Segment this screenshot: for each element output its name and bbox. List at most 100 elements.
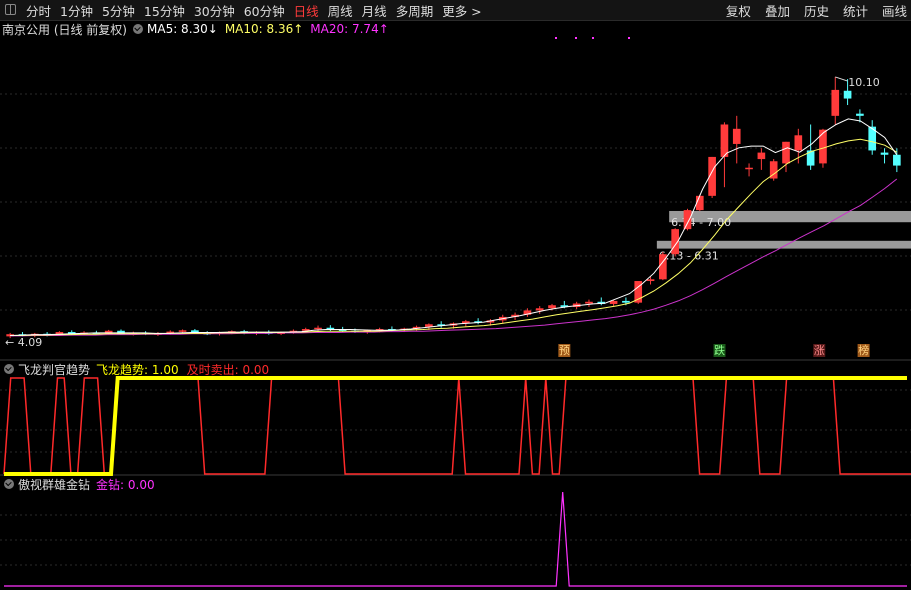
candle-body xyxy=(277,332,285,334)
panel-toggle-icon[interactable] xyxy=(5,4,16,15)
candle-body xyxy=(474,321,482,323)
candle-body xyxy=(880,152,889,155)
tab-fenshi[interactable]: 分时 xyxy=(26,1,51,20)
indicator1-legend: 飞龙判官趋势 飞龙趋势: 1.00 及时卖出: 0.00 xyxy=(2,361,269,377)
candle-body xyxy=(671,229,679,255)
candle-body xyxy=(289,330,298,333)
candle-body xyxy=(449,323,458,326)
ma10-line xyxy=(10,138,898,336)
tab-daily[interactable]: 日线 xyxy=(294,1,319,20)
support-zone xyxy=(669,210,911,223)
low-price-label: ← 4.09 xyxy=(5,336,42,349)
signal-dot xyxy=(592,37,594,39)
candle-body xyxy=(215,332,224,334)
candle-body xyxy=(338,329,347,331)
indicator2-legend: 傲视群雄金钻 金钻: 0.00 xyxy=(2,476,155,492)
candle-body xyxy=(806,150,815,166)
candle-body xyxy=(560,305,569,307)
candle-body xyxy=(154,333,162,335)
draw-line-button[interactable]: 画线 xyxy=(882,1,907,20)
event-marker: 榜 xyxy=(858,343,869,357)
candle-body xyxy=(55,332,64,336)
main-chart-legend: 南京公用 (日线 前复权) MA5: 8.30↓ MA10: 8.36↑ MA2… xyxy=(2,21,396,37)
candle-body xyxy=(548,305,556,309)
tab-multi-period[interactable]: 多周期 xyxy=(396,1,434,20)
candle-body xyxy=(585,301,593,304)
period-tabs: 分时 1分钟 5分钟 15分钟 30分钟 60分钟 日线 周线 月线 多周期 更… xyxy=(26,0,491,21)
period-toolbar: 分时 1分钟 5分钟 15分钟 30分钟 60分钟 日线 周线 月线 多周期 更… xyxy=(0,0,911,21)
candle-body xyxy=(301,329,310,331)
indicator-toggle-icon[interactable] xyxy=(133,24,143,34)
zone-label: 6.74 - 7.00 xyxy=(671,216,731,229)
event-marker: 涨 xyxy=(814,344,825,357)
candle-body xyxy=(893,154,901,166)
candle-body xyxy=(856,113,864,116)
candle-body xyxy=(104,330,113,334)
candle-body xyxy=(720,124,729,157)
candle-body xyxy=(178,330,187,332)
stock-chart[interactable]: 6.74 - 7.00 6.13 - 6.31 10.10 ← 4.09 预 跌 涨 榜 xyxy=(0,0,911,590)
candle-body xyxy=(264,332,273,334)
tab-5min[interactable]: 5分钟 xyxy=(102,1,135,20)
stock-title: 南京公用 (日线 前复权) xyxy=(2,22,127,37)
indicator2-toggle-icon[interactable] xyxy=(4,479,14,489)
more-periods-button[interactable]: 更多 > xyxy=(442,1,481,20)
candle-body xyxy=(461,321,470,324)
candle-body xyxy=(437,324,446,326)
candle-body xyxy=(498,316,507,321)
candle-body xyxy=(400,328,409,331)
signal-dot xyxy=(555,37,557,39)
candle-body xyxy=(757,152,766,160)
event-marker-bg xyxy=(558,344,571,357)
candle-body xyxy=(868,126,877,151)
candle-body xyxy=(375,329,384,331)
tab-1min[interactable]: 1分钟 xyxy=(60,1,93,20)
diamond-signal-line xyxy=(4,491,907,587)
candle-body xyxy=(228,331,236,333)
tab-30min[interactable]: 30分钟 xyxy=(194,1,235,20)
candle-body xyxy=(388,329,396,331)
signal-dot xyxy=(575,37,577,39)
candle-body xyxy=(646,279,655,282)
candle-body xyxy=(708,156,716,196)
candle-body xyxy=(166,331,175,334)
indicator2-name: 傲视群雄金钻 xyxy=(18,477,91,492)
history-button[interactable]: 历史 xyxy=(804,1,829,20)
candle-body xyxy=(252,332,261,334)
candle-body xyxy=(314,327,322,330)
adjust-button[interactable]: 复权 xyxy=(726,1,751,20)
trend-line xyxy=(4,376,907,476)
tab-15min[interactable]: 15分钟 xyxy=(144,1,185,20)
candle-body xyxy=(486,320,495,323)
candle-body xyxy=(769,161,778,179)
candle-body xyxy=(203,332,212,335)
indicator1-sell-value: 及时卖出: 0.00 xyxy=(186,362,270,377)
candle-body xyxy=(92,332,101,334)
candle-body xyxy=(117,330,125,335)
candle-body xyxy=(609,300,618,304)
candle-body xyxy=(634,281,643,303)
indicator1-toggle-icon[interactable] xyxy=(4,364,14,374)
candle-body xyxy=(412,326,421,329)
overlay-button[interactable]: 叠加 xyxy=(765,1,790,20)
event-marker-bg xyxy=(857,344,870,357)
candle-body xyxy=(572,303,581,307)
candle-body xyxy=(523,310,532,315)
candle-body xyxy=(141,332,150,335)
candle-body xyxy=(240,331,248,334)
candle-body xyxy=(363,330,372,333)
tab-monthly[interactable]: 月线 xyxy=(362,1,387,20)
tab-60min[interactable]: 60分钟 xyxy=(244,1,285,20)
candle-body xyxy=(622,300,630,303)
stats-button[interactable]: 统计 xyxy=(843,1,868,20)
candle-body xyxy=(18,334,27,336)
event-marker: 跌 xyxy=(714,343,725,357)
candle-body xyxy=(535,308,544,311)
zone-label: 6.13 - 6.31 xyxy=(659,250,719,263)
tab-weekly[interactable]: 周线 xyxy=(328,1,353,20)
event-marker: 预 xyxy=(559,344,570,357)
ma10-label: MA10: 8.36↑ xyxy=(224,22,304,36)
candle-body xyxy=(683,210,692,230)
support-zone xyxy=(656,240,911,249)
candle-body xyxy=(511,314,519,317)
